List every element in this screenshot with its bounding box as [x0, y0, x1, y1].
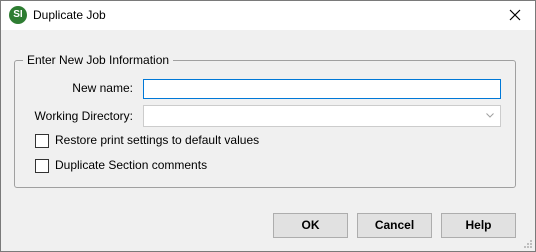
duplicate-job-dialog: SI Duplicate Job Enter New Job Informati…	[0, 0, 536, 252]
new-name-input[interactable]	[143, 79, 501, 99]
restore-print-settings-label[interactable]: Restore print settings to default values	[55, 133, 259, 147]
chevron-down-icon	[486, 113, 494, 118]
cancel-button[interactable]: Cancel	[357, 213, 432, 238]
app-logo-icon: SI	[9, 6, 27, 24]
resize-grip-icon[interactable]	[523, 239, 533, 249]
group-legend: Enter New Job Information	[23, 53, 174, 67]
title-bar: SI Duplicate Job	[1, 1, 535, 30]
help-button[interactable]: Help	[441, 213, 516, 238]
working-directory-dropdown[interactable]	[143, 105, 501, 127]
close-button[interactable]	[495, 1, 535, 30]
dialog-title: Duplicate Job	[33, 8, 106, 22]
duplicate-section-comments-label[interactable]: Duplicate Section comments	[55, 158, 207, 172]
duplicate-section-comments-checkbox[interactable]	[35, 159, 49, 173]
ok-button[interactable]: OK	[273, 213, 348, 238]
close-icon	[509, 9, 521, 21]
working-directory-label: Working Directory:	[34, 109, 133, 123]
restore-print-settings-checkbox[interactable]	[35, 134, 49, 148]
new-name-label: New name:	[72, 81, 133, 95]
